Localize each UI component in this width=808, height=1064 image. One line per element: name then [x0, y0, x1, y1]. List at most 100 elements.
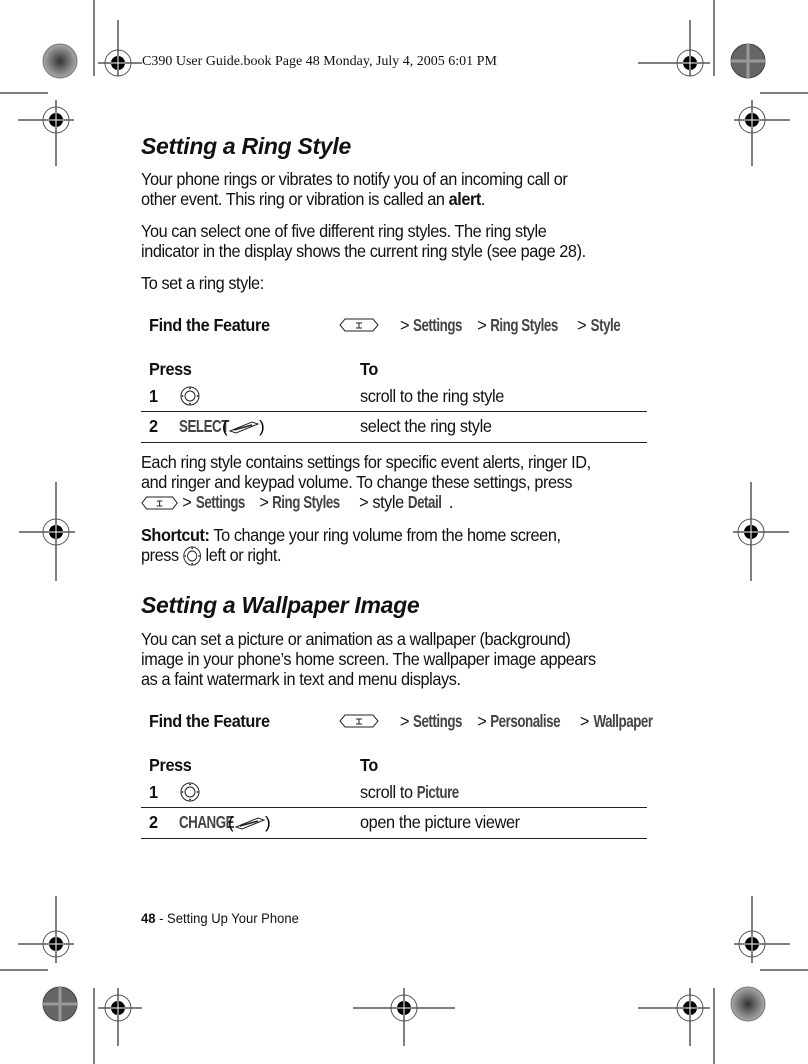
menu-key-icon [141, 496, 178, 510]
path-separator: > [579, 711, 590, 731]
svg-text:(: ( [222, 417, 228, 436]
text-span: . [448, 492, 454, 512]
ring-style-intro: Your phone rings or vibrates to notify y… [141, 169, 625, 209]
table-divider [141, 807, 647, 808]
step-action: scroll to the ring style [360, 386, 504, 406]
table-divider [141, 411, 647, 412]
step-number: 2 [149, 812, 158, 832]
menu-key-icon [339, 714, 379, 728]
menu-item-settings: Settings [413, 711, 463, 731]
text-line: Each ring style contains settings for sp… [141, 452, 591, 472]
path-separator: > [477, 315, 487, 335]
star-target-top-right [730, 43, 766, 79]
table-header-to: To [360, 755, 378, 775]
alert-term: alert [448, 189, 482, 209]
table-header-to: To [360, 359, 378, 379]
text-span: > [178, 492, 196, 512]
find-feature-label: Find the Feature [149, 711, 270, 731]
menu-item-picture: Picture [416, 782, 460, 802]
svg-text:): ) [265, 813, 271, 832]
text-span: > [255, 492, 273, 512]
nav-key-icon [180, 782, 200, 802]
menu-item-detail: Detail [407, 492, 442, 512]
step-number: 2 [149, 416, 158, 436]
table-divider [141, 838, 647, 839]
text-line: Shortcut: To change your ring volume fro… [141, 525, 625, 545]
registration-mark-top-left [98, 20, 142, 77]
ring-style-instruction: To set a ring style: [141, 273, 264, 293]
text-line: > Settings > Ring Styles > style Detail. [141, 492, 625, 512]
table-header-press: Press [149, 755, 192, 775]
text-span: press [141, 545, 183, 565]
text-line: and ringer and keypad volume. To change … [141, 472, 573, 492]
star-target-bottom-right [730, 986, 766, 1022]
star-target-top-left [42, 43, 78, 79]
path-separator: > [400, 315, 410, 335]
page-footer: 48 - Setting Up Your Phone [141, 910, 299, 926]
footer-section-title: - Setting Up Your Phone [155, 910, 299, 926]
registration-mark-left-upper [18, 100, 74, 166]
registration-mark-bottom-right [638, 988, 710, 1046]
registration-mark-right-middle [733, 482, 789, 581]
print-header-stamp: C390 User Guide.book Page 48 Monday, Jul… [142, 54, 497, 69]
text-span: left or right. [201, 545, 282, 565]
menu-item-wallpaper: Wallpaper [593, 711, 653, 731]
registration-mark-right-lower [734, 896, 790, 963]
text-line: image in your phone’s home screen. The w… [141, 649, 596, 669]
table-header-press: Press [149, 359, 192, 379]
section-title-wallpaper: Setting a Wallpaper Image [141, 592, 420, 618]
shortcut-paragraph: Shortcut: To change your ring volume fro… [141, 525, 625, 566]
text-line: as a faint watermark in text and menu di… [141, 669, 461, 689]
ring-style-settings-paragraph: Each ring style contains settings for sp… [141, 452, 625, 512]
nav-key-icon [183, 546, 201, 566]
registration-mark-right-upper [734, 100, 790, 166]
step-action: scroll to Picture [360, 782, 468, 803]
step-number: 1 [149, 386, 158, 406]
page-number: 48 [141, 910, 156, 926]
text-line: other event. This ring or vibration is c… [141, 189, 625, 209]
menu-item-style: Style [590, 315, 621, 335]
path-separator: > [577, 315, 587, 335]
registration-mark-left-lower [18, 896, 74, 963]
menu-item-settings: Settings [195, 492, 245, 512]
menu-item-ring-styles: Ring Styles [490, 315, 559, 335]
section-title-ring-style: Setting a Ring Style [141, 133, 351, 159]
menu-item-settings: Settings [413, 315, 463, 335]
text-span: To change your ring volume from the home… [209, 525, 561, 545]
registration-mark-left-middle [19, 482, 75, 581]
svg-text:): ) [259, 417, 265, 436]
text-line: Your phone rings or vibrates to notify y… [141, 169, 568, 189]
step-action: select the ring style [360, 416, 492, 436]
text-line: You can set a picture or animation as a … [141, 629, 571, 649]
menu-item-ring-styles: Ring Styles [272, 492, 341, 512]
soft-key-icon: ( ) [222, 417, 265, 436]
text-span: scroll to [360, 782, 417, 802]
wallpaper-intro: You can set a picture or animation as a … [141, 629, 625, 689]
path-separator: > [477, 711, 487, 731]
registration-mark-bottom-left [98, 988, 142, 1046]
nav-key-icon [180, 386, 200, 406]
text-span: . [480, 189, 486, 209]
menu-path-wallpaper: > Settings > Personalise > Wallpaper [400, 711, 665, 732]
text-line: press left or right. [141, 545, 625, 566]
star-target-bottom-left [42, 986, 78, 1022]
menu-path-ring-style: > Settings > Ring Styles > Style [400, 315, 627, 336]
soft-key-icon: ( ) [228, 813, 271, 832]
svg-text:(: ( [228, 813, 234, 832]
ring-style-description: You can select one of five different rin… [141, 221, 625, 261]
text-span: other event. This ring or vibration is c… [141, 189, 449, 209]
text-line: You can select one of five different rin… [141, 221, 547, 241]
registration-mark-bottom-center [353, 988, 455, 1046]
find-feature-label: Find the Feature [149, 315, 270, 335]
path-separator: > [400, 711, 410, 731]
step-number: 1 [149, 782, 158, 802]
softkey-label: CHANGE [179, 812, 235, 832]
text-line: indicator in the display shows the curre… [141, 241, 586, 261]
registration-mark-top-right [638, 20, 710, 77]
menu-item-personalise: Personalise [490, 711, 561, 731]
menu-key-icon [339, 318, 379, 332]
table-divider [141, 442, 647, 443]
text-span: > style [355, 492, 408, 512]
step-action: open the picture viewer [360, 812, 520, 832]
shortcut-label: Shortcut: [141, 525, 210, 545]
